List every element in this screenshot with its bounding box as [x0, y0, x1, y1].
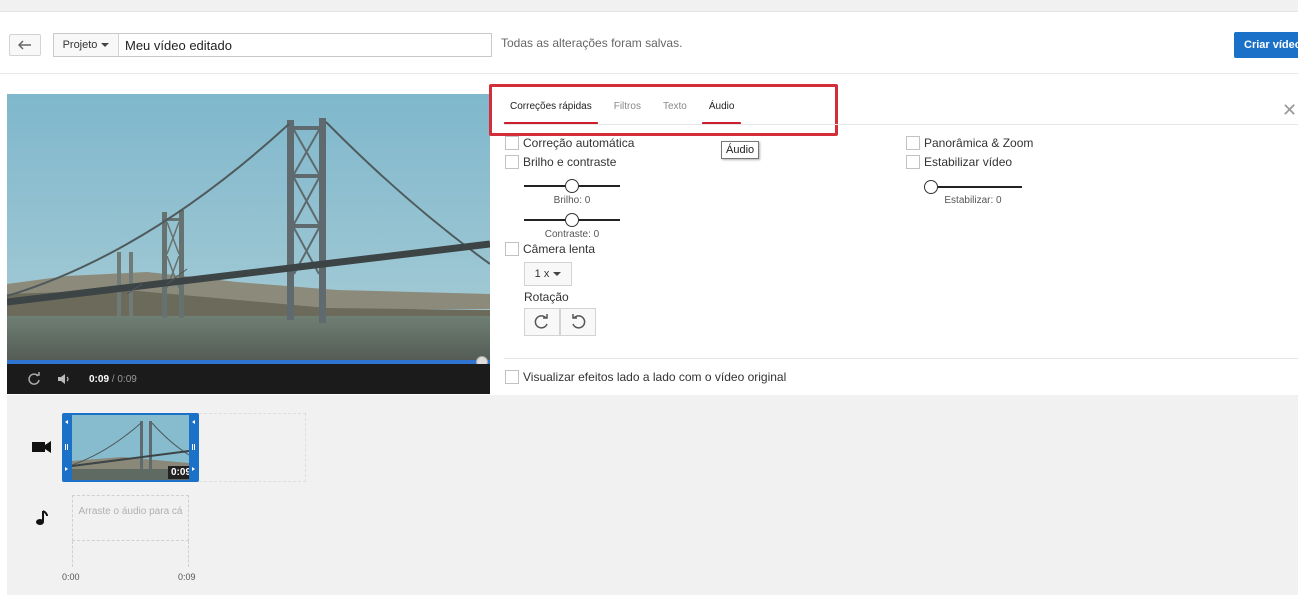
slow-motion-label: Câmera lenta [523, 242, 596, 256]
back-arrow-icon [18, 40, 31, 50]
clip-duration: 0:09 [168, 466, 189, 479]
stabilize-label: Estabilizar vídeo [924, 155, 1013, 169]
brightness-contrast-label: Brilho e contraste [523, 155, 617, 169]
create-video-button[interactable]: Criar vídeo [1234, 32, 1298, 58]
clip-thumbnail: 0:09 [72, 415, 189, 480]
speed-select[interactable]: 1 x [524, 262, 572, 286]
replay-icon[interactable] [27, 372, 41, 386]
rotate-right-button[interactable] [560, 308, 596, 336]
project-menu-button[interactable]: Projeto [54, 34, 119, 56]
rotate-right-icon [572, 314, 586, 329]
slider-knob[interactable] [924, 180, 938, 194]
pan-zoom-checkbox[interactable] [906, 136, 920, 150]
time-separator: / [111, 373, 115, 385]
rotate-left-icon [534, 314, 548, 329]
video-camera-icon [32, 441, 51, 453]
timeline: 0:09 Arraste o áudio para cá 0:00 0:09 [7, 395, 1298, 595]
slow-motion-option[interactable]: Câmera lenta [505, 242, 595, 256]
empty-clip-slot[interactable] [199, 413, 306, 482]
project-menu-label: Projeto [62, 39, 98, 51]
contrast-label: Contraste: 0 [544, 229, 600, 240]
video-player[interactable]: 0:09 / 0:09 [7, 94, 490, 394]
rotation-buttons [524, 308, 596, 336]
close-icon[interactable]: ✕ [1282, 100, 1297, 121]
auto-correct-label: Correção automática [523, 136, 635, 150]
time-display: 0:09 / 0:09 [89, 374, 137, 385]
save-status: Todas as alterações foram salvas. [501, 36, 683, 50]
stabilize-slider[interactable] [924, 180, 1022, 194]
brightness-contrast-option[interactable]: Brilho e contraste [505, 155, 616, 169]
slider-knob[interactable] [565, 179, 579, 193]
tab-filters[interactable]: Filtros [614, 101, 641, 112]
audio-tooltip: Áudio [721, 141, 760, 159]
player-controls: 0:09 / 0:09 [7, 364, 490, 394]
speed-value: 1 x [534, 268, 550, 280]
slider-knob[interactable] [565, 213, 579, 227]
chevron-down-icon [553, 272, 562, 276]
audio-track-area [72, 541, 189, 567]
volume-icon[interactable] [57, 373, 73, 385]
time-current: 0:09 [89, 373, 110, 385]
stabilize-value-label: Estabilizar: 0 [944, 195, 1002, 206]
slow-motion-checkbox[interactable] [505, 242, 519, 256]
pan-zoom-option[interactable]: Panorâmica & Zoom [906, 136, 1033, 150]
back-button[interactable] [9, 34, 41, 56]
tab-quick-fixes[interactable]: Correções rápidas [504, 101, 598, 125]
stabilize-option[interactable]: Estabilizar vídeo [906, 155, 1012, 169]
pan-zoom-label: Panorâmica & Zoom [924, 136, 1034, 150]
side-by-side-option[interactable]: Visualizar efeitos lado a lado com o víd… [505, 370, 786, 384]
timeline-tick-start: 0:00 [62, 572, 80, 582]
side-by-side-checkbox[interactable] [505, 370, 519, 384]
contrast-slider[interactable] [524, 213, 620, 227]
rotation-label: Rotação [524, 290, 569, 304]
auto-correct-option[interactable]: Correção automática [505, 136, 634, 150]
timeline-tick-end: 0:09 [178, 572, 196, 582]
bottom-divider [504, 358, 1298, 359]
video-clip[interactable]: 0:09 [62, 413, 199, 482]
chevron-down-icon [101, 43, 110, 47]
project-name-input[interactable] [119, 34, 491, 56]
brightness-contrast-checkbox[interactable] [505, 155, 519, 169]
clip-trim-handle-left[interactable] [62, 413, 72, 482]
tabs-divider [504, 124, 1298, 125]
side-by-side-label: Visualizar efeitos lado a lado com o víd… [523, 370, 787, 384]
project-bar: Projeto [53, 33, 492, 57]
slider-track [924, 186, 1022, 188]
editor-tabs: Correções rápidas Filtros Texto Áudio [504, 101, 741, 125]
toolbar: Projeto Todas as alterações foram salvas… [0, 12, 1298, 74]
brightness-slider[interactable] [524, 179, 620, 193]
time-total: 0:09 [117, 373, 137, 385]
stabilize-checkbox[interactable] [906, 155, 920, 169]
brightness-label: Brilho: 0 [553, 195, 591, 206]
audio-drop-zone[interactable]: Arraste o áudio para cá [72, 495, 189, 541]
music-note-icon [36, 510, 48, 525]
video-frame [7, 94, 490, 360]
enhancements-panel: Correções rápidas Filtros Texto Áudio ✕ … [489, 75, 1298, 395]
tab-text[interactable]: Texto [663, 101, 687, 112]
rotate-left-button[interactable] [524, 308, 560, 336]
auto-correct-checkbox[interactable] [505, 136, 519, 150]
clip-trim-handle-right[interactable] [189, 413, 199, 482]
tab-audio[interactable]: Áudio [701, 101, 741, 125]
top-strip [0, 0, 1298, 12]
